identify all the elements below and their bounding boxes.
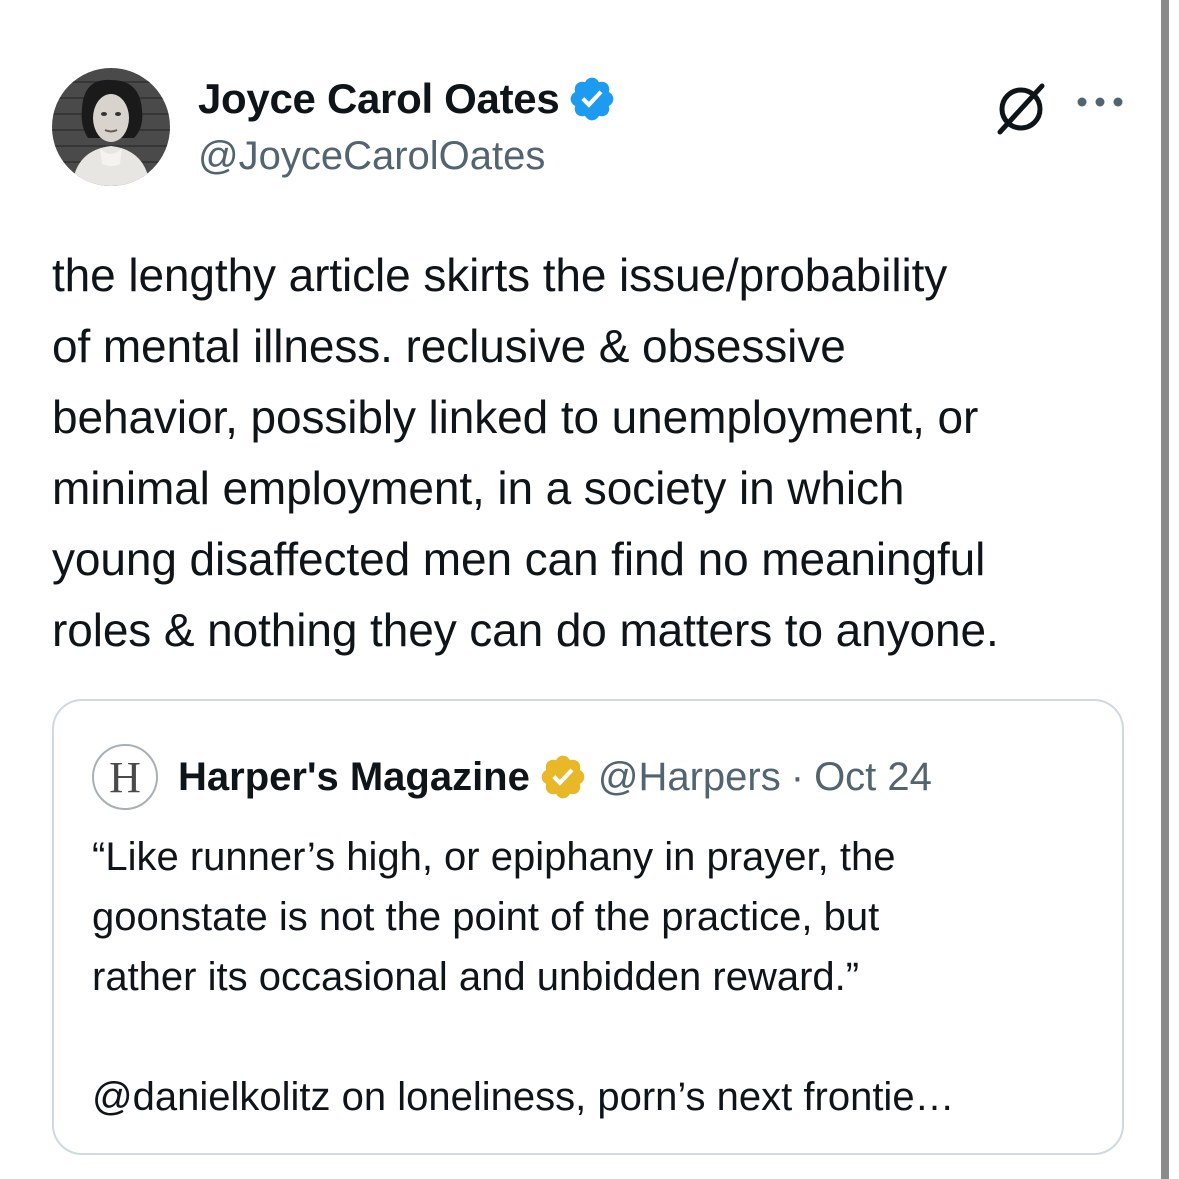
tweet-page: Joyce Carol Oates @JoyceCarolOates the l… bbox=[0, 0, 1179, 1179]
quoted-tweet-header: H Harper's Magazine @Harpers · Oct 24 bbox=[92, 744, 932, 810]
quoted-tweet-date[interactable]: Oct 24 bbox=[814, 755, 932, 800]
quote-separator-dot: · bbox=[790, 754, 805, 799]
gold-verified-badge-icon[interactable] bbox=[538, 752, 588, 802]
grok-icon[interactable] bbox=[992, 80, 1050, 138]
author-handle[interactable]: @JoyceCarolOates bbox=[198, 134, 617, 179]
tweet[interactable]: Joyce Carol Oates @JoyceCarolOates the l… bbox=[52, 68, 1128, 1155]
tweet-text: the lengthy article skirts the issue/pro… bbox=[52, 249, 999, 656]
author-block: Joyce Carol Oates @JoyceCarolOates bbox=[198, 72, 617, 179]
verified-badge-icon[interactable] bbox=[567, 74, 617, 124]
author-name-row: Joyce Carol Oates bbox=[198, 72, 617, 126]
quoted-tweet-card[interactable]: H Harper's Magazine @Harpers · Oct 24 “L… bbox=[52, 699, 1124, 1155]
avatar[interactable] bbox=[52, 68, 170, 186]
quoted-author-name[interactable]: Harper's Magazine bbox=[178, 755, 530, 800]
quoted-tweet-text: “Like runner’s high, or epiphany in pray… bbox=[92, 835, 955, 1119]
scroll-indicator[interactable] bbox=[1161, 0, 1169, 1179]
author-name[interactable]: Joyce Carol Oates bbox=[198, 75, 560, 123]
tweet-header: Joyce Carol Oates @JoyceCarolOates bbox=[52, 68, 1128, 190]
quoted-author-handle[interactable]: @Harpers bbox=[598, 755, 781, 800]
harpers-logo-avatar[interactable]: H bbox=[92, 744, 158, 810]
more-icon[interactable] bbox=[1076, 78, 1124, 126]
